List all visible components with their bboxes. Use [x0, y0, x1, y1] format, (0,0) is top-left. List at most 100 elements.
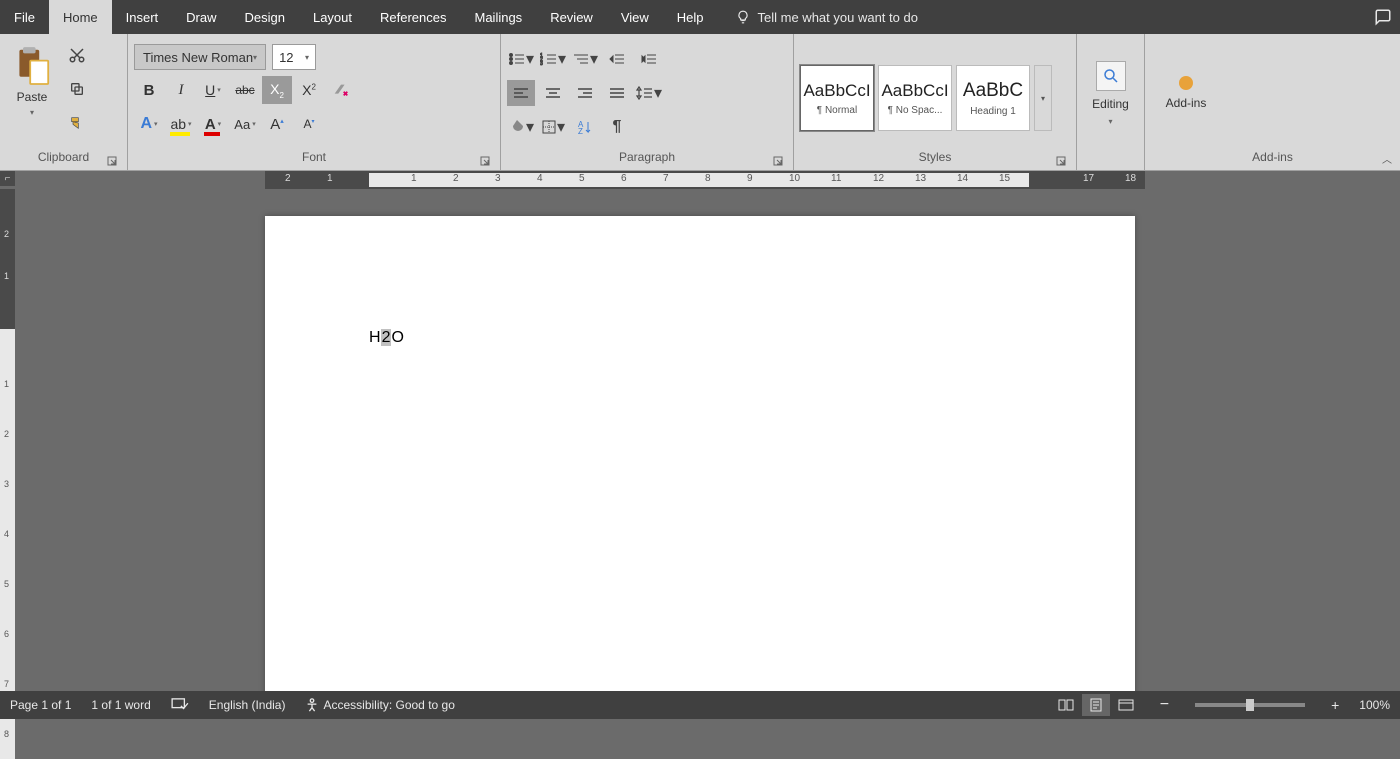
zoom-level[interactable]: 100%: [1359, 698, 1390, 712]
font-size-dropdown[interactable]: 12 ▾: [272, 44, 316, 70]
addins-button[interactable]: Add-ins: [1151, 38, 1221, 148]
multilevel-list-button[interactable]: ▾: [571, 46, 599, 72]
italic-button[interactable]: I: [166, 76, 196, 104]
text-effects-button[interactable]: A▾: [134, 110, 164, 138]
view-read-mode[interactable]: [1052, 694, 1080, 716]
justify-button[interactable]: [603, 80, 631, 106]
style-preview: AaBbC: [963, 80, 1023, 102]
ruler-number: 8: [4, 729, 9, 739]
clipboard-group-label: Clipboard: [38, 150, 89, 164]
zoom-out-button[interactable]: −: [1160, 696, 1169, 714]
view-web-layout[interactable]: [1112, 694, 1140, 716]
align-left-button[interactable]: [507, 80, 535, 106]
style-heading-1[interactable]: AaBbC Heading 1: [956, 65, 1030, 131]
ruler-number: 14: [957, 173, 968, 184]
horizontal-ruler[interactable]: 211234567891011121314151718: [15, 171, 1400, 189]
style-no-spacing[interactable]: AaBbCcI ¶ No Spac...: [878, 65, 952, 131]
subscript-button[interactable]: X2: [262, 76, 292, 104]
increase-indent-button[interactable]: [635, 46, 663, 72]
superscript-button[interactable]: X2: [294, 76, 324, 104]
font-color-button[interactable]: A▾: [198, 110, 228, 138]
ruler-number: 5: [579, 173, 585, 184]
ruler-number: 10: [789, 173, 800, 184]
find-icon: [1096, 61, 1126, 91]
addins-group-label: Add-ins: [1252, 150, 1293, 164]
status-accessibility[interactable]: Accessibility: Good to go: [305, 698, 454, 712]
align-right-button[interactable]: [571, 80, 599, 106]
grow-font-button[interactable]: A▴: [262, 110, 292, 138]
borders-button[interactable]: ▾: [539, 114, 567, 140]
strikethrough-button[interactable]: abc: [230, 76, 260, 104]
tab-home[interactable]: Home: [49, 0, 112, 34]
clipboard-dialog-launcher[interactable]: [105, 154, 119, 168]
underline-button[interactable]: U▾: [198, 76, 228, 104]
text-before: H: [369, 329, 381, 346]
font-name-dropdown[interactable]: Times New Roman ▾: [134, 44, 266, 70]
ruler-number: 17: [1083, 173, 1094, 184]
bold-button[interactable]: B: [134, 76, 164, 104]
view-print-layout[interactable]: [1082, 694, 1110, 716]
zoom-in-button[interactable]: +: [1331, 697, 1339, 713]
tab-review[interactable]: Review: [536, 0, 607, 34]
style-name: ¶ Normal: [817, 105, 857, 116]
decrease-indent-button[interactable]: [603, 46, 631, 72]
status-accessibility-label: Accessibility: Good to go: [323, 698, 454, 712]
status-spellcheck-icon[interactable]: [171, 698, 189, 712]
format-painter-button[interactable]: [66, 112, 88, 134]
change-case-button[interactable]: Aa▾: [230, 110, 260, 138]
ruler-number: 1: [411, 173, 417, 184]
tab-insert[interactable]: Insert: [112, 0, 173, 34]
document-text[interactable]: H2O: [369, 329, 404, 347]
collapse-ribbon-button[interactable]: ︿: [1382, 151, 1392, 166]
sort-button[interactable]: AZ: [571, 114, 599, 140]
bullets-button[interactable]: ▾: [507, 46, 535, 72]
clear-formatting-button[interactable]: [326, 76, 356, 104]
style-normal[interactable]: AaBbCcI ¶ Normal: [800, 65, 874, 131]
shrink-font-button[interactable]: A▾: [294, 110, 324, 138]
copy-button[interactable]: [66, 78, 88, 100]
tab-help[interactable]: Help: [663, 0, 718, 34]
tab-file[interactable]: File: [0, 0, 49, 34]
chevron-down-icon: ▾: [30, 108, 34, 117]
ruler-number: 13: [915, 173, 926, 184]
ruler-number: 1: [327, 173, 333, 184]
numbering-button[interactable]: 123▾: [539, 46, 567, 72]
styles-group-label: Styles: [919, 150, 952, 164]
tab-draw[interactable]: Draw: [172, 0, 230, 34]
ruler-number: 9: [747, 173, 753, 184]
svg-text:Z: Z: [578, 127, 583, 135]
ruler-number: 18: [1125, 173, 1136, 184]
styles-dialog-launcher[interactable]: [1054, 154, 1068, 168]
tab-layout[interactable]: Layout: [299, 0, 366, 34]
shading-button[interactable]: ▾: [507, 114, 535, 140]
comments-icon[interactable]: [1366, 0, 1400, 34]
page[interactable]: H2O: [265, 216, 1135, 691]
tab-design[interactable]: Design: [231, 0, 299, 34]
tab-mailings[interactable]: Mailings: [461, 0, 537, 34]
paragraph-dialog-launcher[interactable]: [771, 154, 785, 168]
status-page[interactable]: Page 1 of 1: [10, 698, 71, 712]
ruler-corner: ⌐: [0, 171, 15, 186]
status-words[interactable]: 1 of 1 word: [91, 698, 150, 712]
font-dialog-launcher[interactable]: [478, 154, 492, 168]
zoom-slider[interactable]: [1195, 703, 1305, 707]
line-spacing-button[interactable]: ▾: [635, 80, 663, 106]
document-area[interactable]: H2O: [15, 189, 1400, 691]
styles-gallery-more[interactable]: ▾: [1034, 65, 1052, 131]
tell-me-search[interactable]: Tell me what you want to do: [736, 0, 918, 34]
style-preview: AaBbCcI: [881, 81, 948, 101]
ruler-number: 15: [999, 173, 1010, 184]
tab-view[interactable]: View: [607, 0, 663, 34]
tab-references[interactable]: References: [366, 0, 460, 34]
editing-button[interactable]: Editing ▾: [1086, 38, 1136, 148]
status-language[interactable]: English (India): [209, 698, 286, 712]
vertical-ruler[interactable]: 2112345678: [0, 189, 15, 691]
highlight-button[interactable]: ab▾: [166, 110, 196, 138]
ruler-number: 1: [4, 379, 9, 389]
show-hide-button[interactable]: ¶: [603, 114, 631, 140]
paste-button[interactable]: Paste ▾: [6, 38, 58, 117]
align-center-button[interactable]: [539, 80, 567, 106]
addins-icon: [1179, 76, 1193, 90]
chevron-down-icon: ▾: [305, 53, 309, 62]
cut-button[interactable]: [66, 44, 88, 66]
